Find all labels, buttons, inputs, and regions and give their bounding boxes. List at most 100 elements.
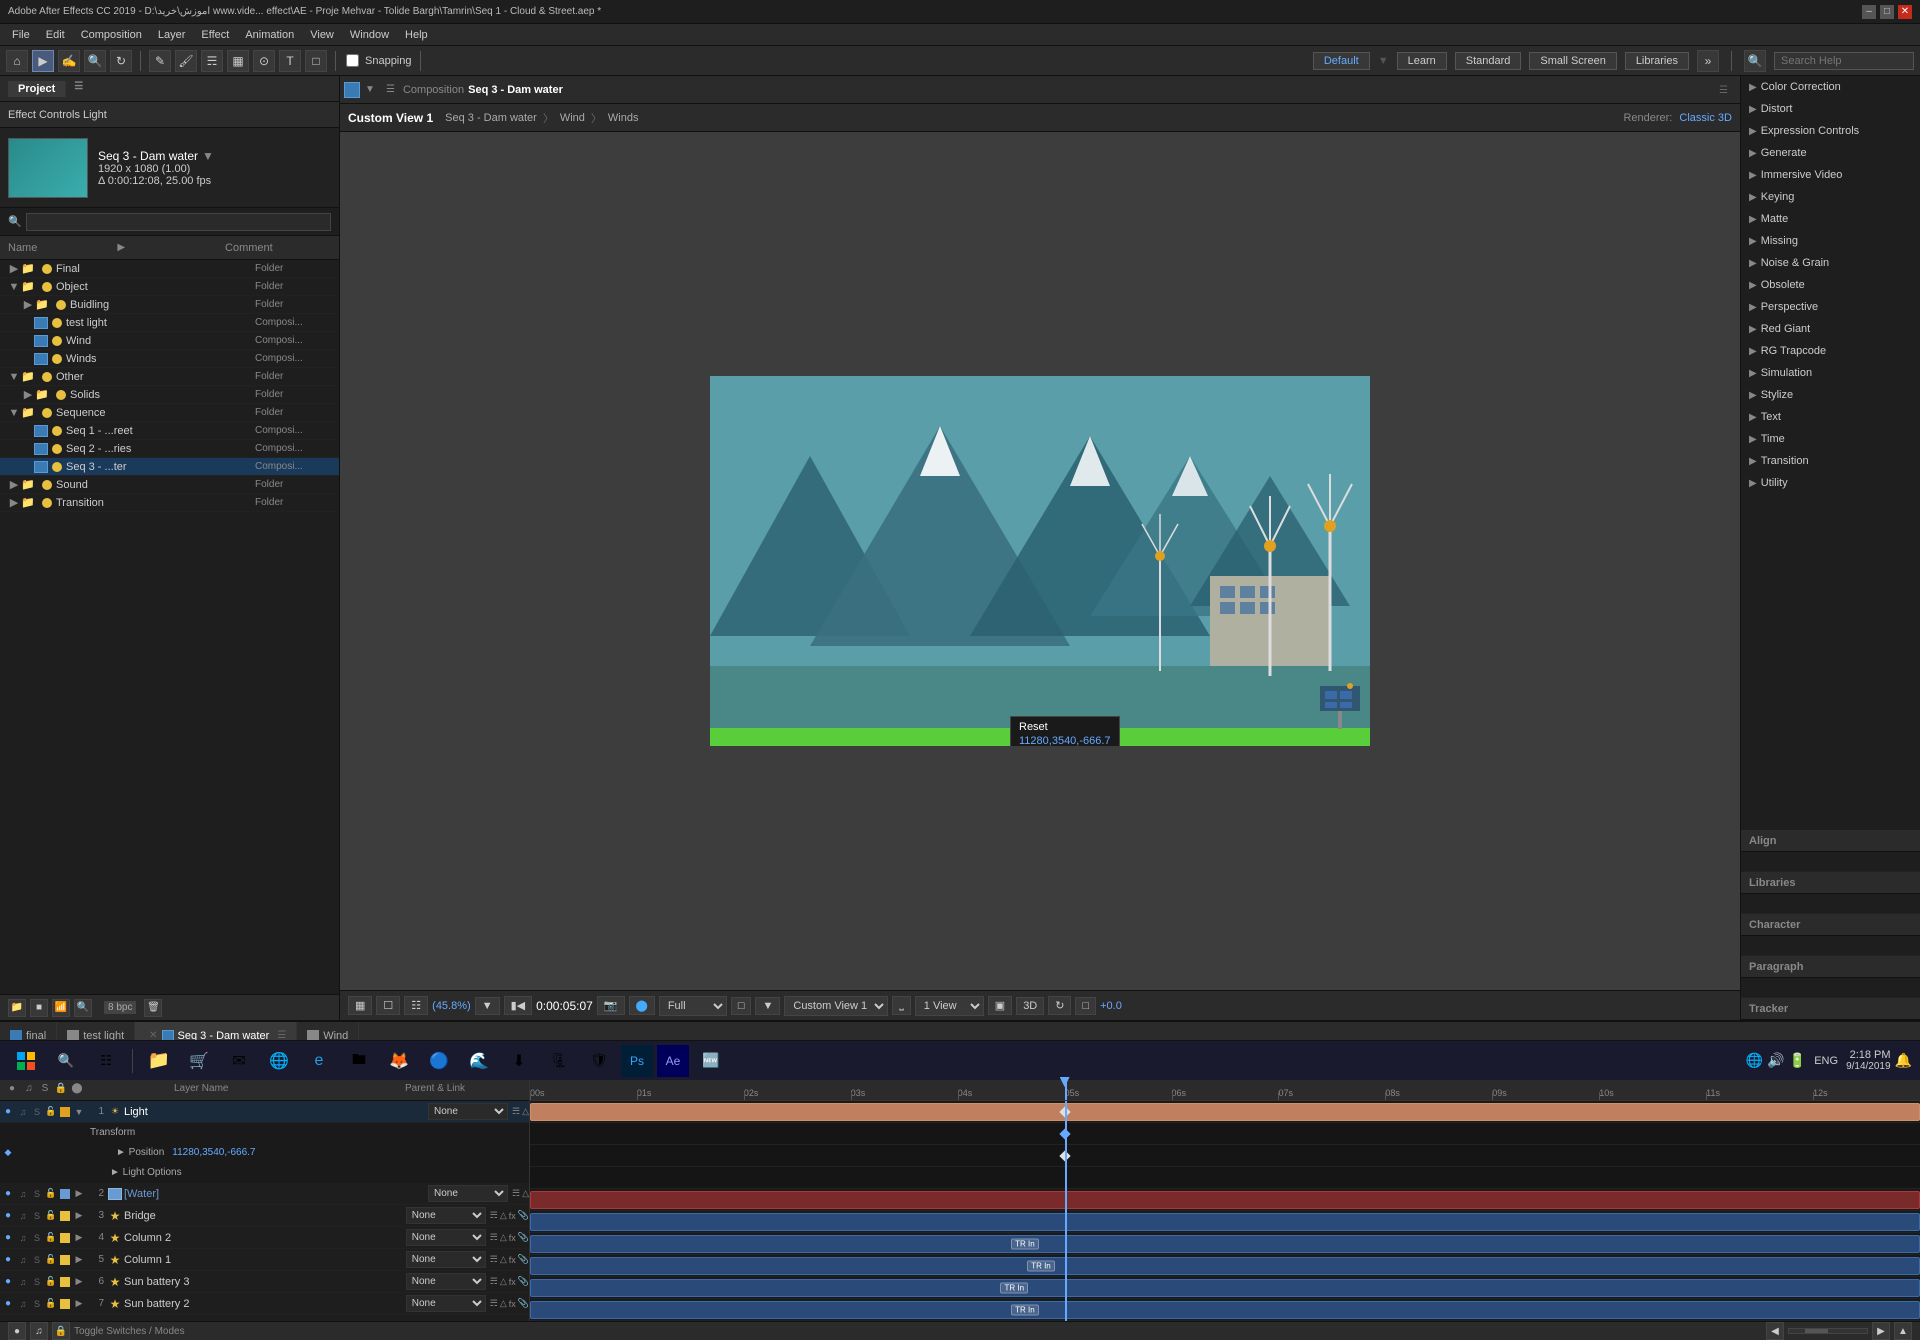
minimize-button[interactable]: – bbox=[1862, 5, 1876, 19]
taskbar-ie[interactable]: e bbox=[301, 1043, 337, 1079]
view-layout-select[interactable]: 1 View2 Views bbox=[915, 996, 984, 1016]
layer-solo-button[interactable]: S bbox=[30, 1255, 44, 1265]
tree-item[interactable]: ▶📁FinalFolder bbox=[0, 260, 339, 278]
comp-tab-options[interactable]: ☰ bbox=[378, 84, 403, 95]
tree-item[interactable]: ▶📁TransitionFolder bbox=[0, 494, 339, 512]
layer-expand-icon[interactable]: ▶ bbox=[72, 1254, 86, 1265]
menu-view[interactable]: View bbox=[302, 27, 342, 43]
tree-item[interactable]: ▶📁SolidsFolder bbox=[0, 386, 339, 404]
delete-button[interactable]: 🗑 bbox=[144, 999, 162, 1017]
snap-to-grid-button[interactable]: ▦ bbox=[348, 996, 372, 1015]
layer-expand-icon[interactable]: ▼ bbox=[72, 1107, 86, 1117]
menu-animation[interactable]: Animation bbox=[237, 27, 302, 43]
layer-expand-icon[interactable]: ▶ bbox=[72, 1210, 86, 1221]
layer-parent-select[interactable]: None bbox=[406, 1207, 486, 1224]
layer-lock-button[interactable]: 🔓 bbox=[44, 1106, 58, 1117]
track-row-4[interactable]: TR In bbox=[530, 1233, 1920, 1255]
home-button[interactable]: ⌂ bbox=[6, 50, 28, 72]
effects-group-immersive-video[interactable]: ▶Immersive Video bbox=[1741, 164, 1920, 186]
eraser-tool[interactable]: ▦ bbox=[227, 50, 249, 72]
layer-parent-select[interactable]: None bbox=[428, 1103, 508, 1120]
tl-footer-next-kf[interactable]: ▶ bbox=[1872, 1322, 1890, 1340]
effects-group-distort[interactable]: ▶Distort bbox=[1741, 98, 1920, 120]
text-tool[interactable]: T bbox=[279, 50, 301, 72]
taskbar-task-view[interactable]: ☷ bbox=[88, 1043, 124, 1079]
comp-settings-icon[interactable]: ☰ bbox=[1719, 85, 1728, 96]
layer-link-icon[interactable]: ☴ bbox=[490, 1276, 498, 1287]
layer-visibility-icon[interactable]: ● bbox=[0, 1298, 16, 1309]
track-row-6[interactable]: TR In bbox=[530, 1277, 1920, 1299]
taskbar-notification[interactable]: 🔔 bbox=[1895, 1052, 1912, 1069]
track-row-2[interactable] bbox=[530, 1189, 1920, 1211]
effects-group-keying[interactable]: ▶Keying bbox=[1741, 186, 1920, 208]
effects-group-generate[interactable]: ▶Generate bbox=[1741, 142, 1920, 164]
layer-visibility-icon[interactable]: ● bbox=[0, 1276, 16, 1287]
taskbar-browser2[interactable]: 🌊 bbox=[461, 1043, 497, 1079]
search-help-input[interactable] bbox=[1774, 52, 1914, 70]
taskbar-archive[interactable]: 🗜 bbox=[541, 1043, 577, 1079]
layer-solo-button[interactable]: S bbox=[30, 1211, 44, 1221]
layer-parent-select[interactable]: None bbox=[406, 1295, 486, 1312]
taskbar-search[interactable]: 🔍 bbox=[48, 1043, 84, 1079]
menu-layer[interactable]: Layer bbox=[150, 27, 194, 43]
layer-audio-icon[interactable]: ♫ bbox=[16, 1211, 30, 1221]
layer-link-icon[interactable]: ☴ bbox=[512, 1106, 520, 1117]
kf-diamond-icon[interactable]: ◆ bbox=[0, 1147, 16, 1158]
search-help-icon[interactable]: 🔍 bbox=[1744, 50, 1766, 72]
tree-item[interactable]: ▼📁OtherFolder bbox=[0, 368, 339, 386]
zoom-tool[interactable]: 🔍 bbox=[84, 50, 106, 72]
viewport[interactable]: Reset 11280,3540,-666.7 Point ▼ bbox=[340, 132, 1740, 990]
tl-scroll[interactable] bbox=[1788, 1328, 1868, 1334]
layer-link-icon[interactable]: ☴ bbox=[490, 1232, 498, 1243]
taskbar-browser[interactable]: 🌐 bbox=[261, 1043, 297, 1079]
layer-audio-icon[interactable]: ♫ bbox=[16, 1189, 30, 1199]
puppet-tool[interactable]: ⊙ bbox=[253, 50, 275, 72]
layer-solo-button[interactable]: S bbox=[30, 1107, 44, 1117]
hand-tool[interactable]: ✍ bbox=[58, 50, 80, 72]
effects-group-transition[interactable]: ▶Transition bbox=[1741, 450, 1920, 472]
search-bottom-button[interactable]: 🔍 bbox=[74, 999, 92, 1017]
layer-link-icon[interactable]: ☴ bbox=[512, 1188, 520, 1199]
layer-lock-button[interactable]: 🔓 bbox=[44, 1232, 58, 1243]
layer-audio-icon[interactable]: ♫ bbox=[16, 1107, 30, 1117]
layer-row-2[interactable]: ●♫S🔓▶2[Water]None☴△ bbox=[0, 1183, 529, 1205]
layer-mask-icon[interactable]: △ bbox=[522, 1106, 529, 1117]
layer-lock-button[interactable]: 🔓 bbox=[44, 1276, 58, 1287]
tl-footer-solo[interactable]: ● bbox=[8, 1322, 26, 1340]
layer-link-icon[interactable]: ☴ bbox=[490, 1210, 498, 1221]
quality-select[interactable]: FullHalfQuarter bbox=[659, 996, 727, 1016]
new-folder-button[interactable]: 📁 bbox=[8, 999, 26, 1017]
layer-mask-icon[interactable]: △ bbox=[500, 1232, 507, 1243]
view-preset-select[interactable]: Custom View 1Active Camera bbox=[784, 996, 888, 1016]
layer-parent-select[interactable]: None bbox=[428, 1185, 508, 1202]
menu-composition[interactable]: Composition bbox=[73, 27, 150, 43]
clone-tool[interactable]: ☴ bbox=[201, 50, 223, 72]
fast-preview[interactable]: □ bbox=[731, 997, 752, 1015]
brush-tool[interactable]: 🖌 bbox=[175, 50, 197, 72]
rotate-tool[interactable]: ↻ bbox=[110, 50, 132, 72]
close-button[interactable]: ✕ bbox=[1898, 5, 1912, 19]
maximize-button[interactable]: □ bbox=[1880, 5, 1894, 19]
tl-footer-lock[interactable]: 🔒 bbox=[52, 1322, 70, 1340]
menu-edit[interactable]: Edit bbox=[38, 27, 73, 43]
taskbar-explorer[interactable]: 📁 bbox=[141, 1043, 177, 1079]
effects-group-color-correction[interactable]: ▶Color Correction bbox=[1741, 76, 1920, 98]
workspace-standard[interactable]: Standard bbox=[1455, 52, 1522, 70]
layer-solo-button[interactable]: S bbox=[30, 1299, 44, 1309]
workspace-learn[interactable]: Learn bbox=[1397, 52, 1447, 70]
tree-item[interactable]: WindComposi... bbox=[0, 332, 339, 350]
effects-group-utility[interactable]: ▶Utility bbox=[1741, 472, 1920, 494]
taskbar-mail[interactable]: ✉ bbox=[221, 1043, 257, 1079]
layer-lock-button[interactable]: 🔓 bbox=[44, 1188, 58, 1199]
layer-parent-select[interactable]: None bbox=[406, 1273, 486, 1290]
breadcrumb-wind[interactable]: Wind bbox=[560, 112, 585, 124]
layer-mask-icon[interactable]: △ bbox=[522, 1188, 529, 1199]
layer-row-3[interactable]: ●♫S🔓▶3★BridgeNone☴△fx📎 bbox=[0, 1205, 529, 1227]
new-comp-button[interactable]: ■ bbox=[30, 999, 48, 1017]
effects-group-red-giant[interactable]: ▶Red Giant bbox=[1741, 318, 1920, 340]
effects-group-stylize[interactable]: ▶Stylize bbox=[1741, 384, 1920, 406]
layer-visibility-icon[interactable]: ● bbox=[0, 1210, 16, 1221]
snapping-checkbox[interactable] bbox=[346, 54, 359, 67]
tree-item[interactable]: Seq 1 - ...reetComposi... bbox=[0, 422, 339, 440]
taskbar-chrome[interactable]: 🔵 bbox=[421, 1043, 457, 1079]
